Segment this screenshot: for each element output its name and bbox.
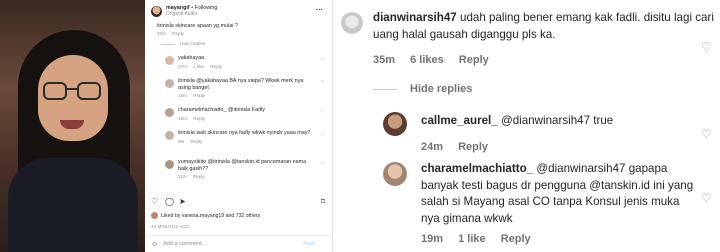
comment-text: callme_aurel_ @dianwinarsih47 true xyxy=(421,114,614,127)
hide-replies-link[interactable]: Hide replies xyxy=(161,42,332,47)
reply: itrinisla wait skincare nya fadly wkwk n… xyxy=(165,130,332,154)
reply-meta: 11m Reply xyxy=(178,173,205,179)
comment-meta: 19m 1 like Reply xyxy=(421,233,543,245)
comment-meta: 40m Reply xyxy=(157,31,184,37)
share-icon[interactable]: ➤ xyxy=(179,197,186,207)
reply-meta: 19m Reply xyxy=(178,115,205,121)
comment-likes[interactable]: 6 likes xyxy=(410,54,444,66)
post-author: mayangif • Following Original Audio xyxy=(166,4,218,18)
comment-text: itrinisla skincare apaan yg mulai ? xyxy=(157,23,238,29)
reply-text: itrinisla wait skincare nya fadly wkwk n… xyxy=(178,130,311,137)
bookmark-icon[interactable]: ⌑ xyxy=(321,197,325,207)
reply-button[interactable]: Reply xyxy=(459,54,489,66)
comment-username[interactable]: dianwinarsih47 xyxy=(373,11,457,24)
hide-replies-link[interactable]: Hide replies xyxy=(373,83,472,95)
reply-button[interactable]: Reply xyxy=(501,233,531,245)
post-date: 43 MINUTES AGO xyxy=(151,224,190,229)
like-heart-icon[interactable]: ♡ xyxy=(320,80,325,86)
post-sidebar: mayangif • Following Original Audio ··· … xyxy=(145,0,332,252)
reply-button[interactable]: Reply xyxy=(458,141,488,153)
comment-time: 19m xyxy=(421,233,444,245)
reply: itrinisla @yakahayaa BA nya siapa? Wkwk … xyxy=(165,78,332,102)
commenter-avatar[interactable] xyxy=(341,12,363,34)
like-heart-icon[interactable]: ♡ xyxy=(701,40,712,54)
comment-username[interactable]: charamelmachiatto_ xyxy=(421,162,533,175)
post-author-avatar[interactable] xyxy=(151,5,162,17)
instagram-post-screenshot: mayangif • Following Original Audio ··· … xyxy=(0,0,333,252)
reply: yumaysikito @itrinisla @tanskin.id pence… xyxy=(165,159,332,181)
like-heart-icon[interactable]: ♡ xyxy=(701,127,712,141)
comment-meta: 35m 6 likes Reply xyxy=(373,54,501,66)
reply-text: charamelmachiatto_ @itrinisla Fadly xyxy=(178,107,265,114)
reply: charamelmachiatto_ @itrinisla Fadly 19m … xyxy=(165,107,332,125)
glasses-left-lens xyxy=(43,82,67,100)
comment-icon[interactable]: ◯ xyxy=(165,197,174,207)
glasses-bridge xyxy=(66,88,78,90)
reply: yakahayaa 27m 1 like Reply ♡ xyxy=(165,55,332,73)
more-horizontal-icon[interactable]: ··· xyxy=(316,7,323,14)
liker-avatar xyxy=(151,212,158,219)
glasses-right-lens xyxy=(77,82,101,100)
post-actions-bar: ♡ ◯ ➤ ⌑ xyxy=(151,197,327,207)
emoji-icon[interactable]: ☺ xyxy=(151,241,158,248)
like-heart-icon[interactable]: ♡ xyxy=(320,57,325,63)
comment-text: charamelmachiatto_ @dianwinarsih47 gapap… xyxy=(421,162,694,225)
comment-meta: 24m Reply xyxy=(421,141,500,153)
comment: itrinisla skincare apaan yg mulai ? 40m … xyxy=(151,23,332,37)
zoomed-comments: dianwinarsih47 udah paling bener emang k… xyxy=(333,0,720,252)
comment-username[interactable]: callme_aurel_ xyxy=(421,114,498,127)
audio-label[interactable]: Original Audio xyxy=(166,11,217,18)
add-comment-input[interactable]: Add a comment... xyxy=(163,241,206,247)
reply-text: yakahayaa xyxy=(178,55,205,62)
reply-meta: 27m 1 like Reply xyxy=(178,63,222,69)
reply-meta: 16m Reply xyxy=(178,92,205,98)
like-heart-icon[interactable]: ♡ xyxy=(701,191,712,205)
like-heart-icon[interactable]: ♡ xyxy=(320,109,325,115)
comment-likes[interactable]: 1 like xyxy=(458,233,486,245)
add-comment-bar: ☺ Add a comment... Post xyxy=(145,235,332,252)
post-button[interactable]: Post xyxy=(303,241,315,247)
commenter-avatar[interactable] xyxy=(383,112,407,136)
following-label[interactable]: Following xyxy=(195,5,218,11)
post-author-username[interactable]: mayangif xyxy=(166,5,190,11)
liked-by[interactable]: Liked by vanesa.mayang19 and 732 others xyxy=(151,212,260,219)
person-body xyxy=(8,158,138,252)
commenter-avatar[interactable] xyxy=(383,162,407,186)
like-heart-icon[interactable]: ♡ xyxy=(320,161,325,167)
heart-icon[interactable]: ♡ xyxy=(151,197,158,207)
like-heart-icon[interactable]: ♡ xyxy=(320,132,325,138)
comment-text: dianwinarsih47 udah paling bener emang k… xyxy=(373,11,714,41)
post-header: mayangif • Following Original Audio ··· xyxy=(151,0,332,22)
comment-time: 24m xyxy=(421,141,444,153)
comment-time: 35m xyxy=(373,54,396,66)
reply-text: itrinisla @yakahayaa BA nya siapa? Wkwk … xyxy=(178,78,304,91)
reply-meta: 9m Reply xyxy=(178,138,203,144)
reply-text: yumaysikito @itrinisla @tanskin.id pence… xyxy=(178,159,307,172)
video-frame[interactable] xyxy=(0,0,145,252)
